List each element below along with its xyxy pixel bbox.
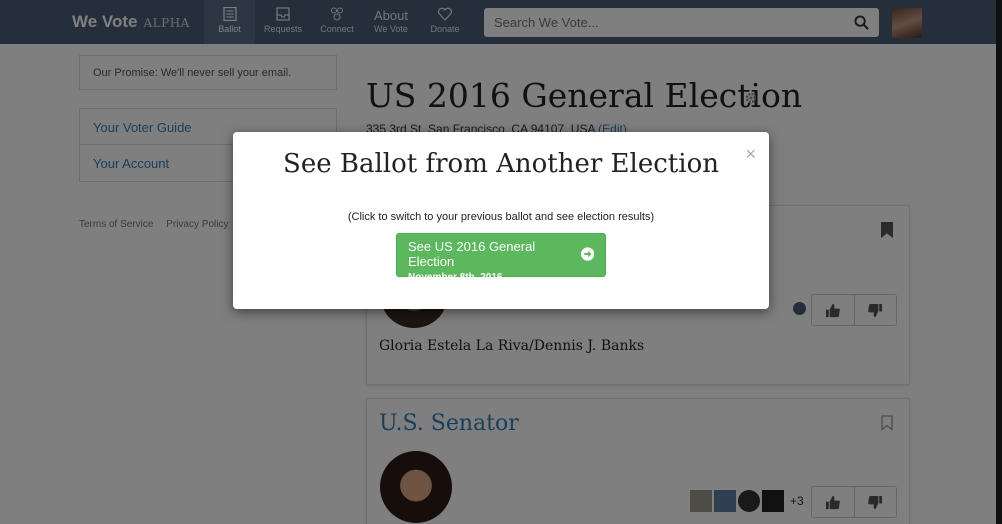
close-icon[interactable]: ×: [745, 145, 756, 163]
election-date: November 8th, 2016: [408, 272, 503, 283]
switch-election-modal: × See Ballot from Another Election (Clic…: [233, 132, 769, 309]
modal-instruction: (Click to switch to your previous ballot…: [347, 211, 655, 223]
arrow-circle-right-icon: [580, 247, 594, 261]
switch-election-button-label: See US 2016 General Election: [408, 239, 536, 269]
switch-election-button[interactable]: See US 2016 General Election November 8t…: [396, 233, 606, 283]
modal-title: See Ballot from Another Election: [283, 149, 719, 179]
